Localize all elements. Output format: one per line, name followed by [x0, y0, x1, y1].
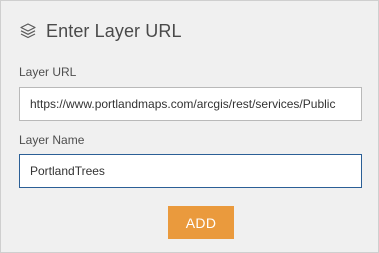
layer-name-label: Layer Name: [19, 133, 85, 147]
layer-url-label: Layer URL: [19, 65, 77, 79]
add-layer-panel: Enter Layer URL Layer URL Layer Name ADD: [0, 0, 379, 253]
layer-name-input[interactable]: [19, 154, 362, 188]
layers-icon: [19, 22, 37, 40]
panel-title: Enter Layer URL: [46, 20, 182, 41]
add-button[interactable]: ADD: [168, 206, 234, 239]
panel-header: Enter Layer URL: [19, 20, 182, 42]
layer-url-input[interactable]: [19, 87, 362, 121]
